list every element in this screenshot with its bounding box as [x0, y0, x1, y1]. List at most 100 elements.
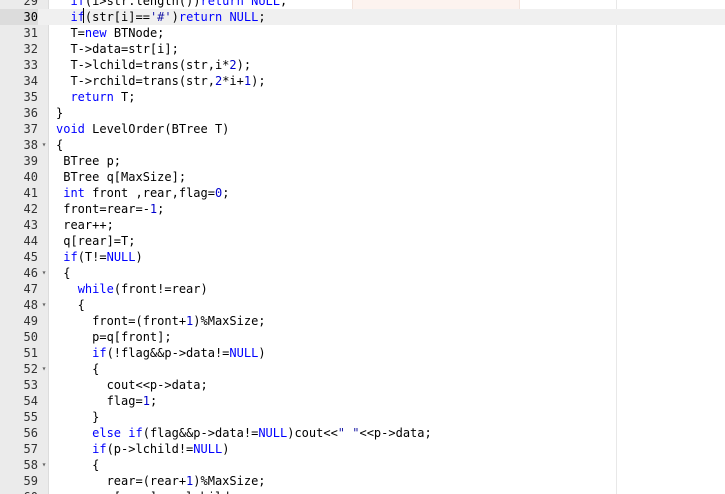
code-line[interactable]: 38 ▾ {: [0, 137, 725, 153]
code-line[interactable]: 55 }: [0, 409, 725, 425]
code-line[interactable]: 58 ▾ {: [0, 457, 725, 473]
code-text[interactable]: {: [56, 265, 70, 281]
fold-toggle-icon[interactable]: ▾: [40, 297, 48, 313]
line-number: 43: [23, 218, 38, 232]
code-text[interactable]: front=rear=-1;: [56, 201, 164, 217]
code-line[interactable]: 59 rear=(rear+1)%MaxSize;: [0, 473, 725, 489]
code-text[interactable]: {: [56, 361, 99, 377]
code-line[interactable]: 53 cout<<p->data;: [0, 377, 725, 393]
code-line[interactable]: 60 q[rear]=p->lchild;: [0, 489, 725, 494]
code-line[interactable]: 43 rear++;: [0, 217, 725, 233]
code-token: NULL: [106, 250, 136, 264]
code-token: rear++;: [56, 218, 114, 232]
code-token: )%MaxSize;: [193, 314, 266, 328]
code-text[interactable]: q[rear]=T;: [56, 233, 135, 249]
code-line[interactable]: 42 front=rear=-1;: [0, 201, 725, 217]
code-text[interactable]: q[rear]=p->lchild;: [56, 489, 237, 494]
code-text[interactable]: BTree q[MaxSize];: [56, 169, 186, 185]
code-text[interactable]: void LevelOrder(BTree T): [56, 121, 229, 137]
code-line[interactable]: 48 ▾ {: [0, 297, 725, 313]
fold-toggle-icon[interactable]: ▾: [40, 361, 48, 377]
code-text[interactable]: p=q[front];: [56, 329, 171, 345]
code-text[interactable]: T->data=str[i];: [56, 41, 178, 57]
code-text[interactable]: if(p->lchild!=NULL): [56, 441, 229, 457]
code-line[interactable]: 52 ▾ {: [0, 361, 725, 377]
code-text[interactable]: T=new BTNode;: [56, 25, 164, 41]
code-token: void: [56, 122, 85, 136]
code-text[interactable]: BTree p;: [56, 153, 121, 169]
fold-toggle-icon[interactable]: ▾: [40, 137, 48, 153]
code-token: BTree q[MaxSize];: [56, 170, 187, 184]
line-number: 59: [23, 474, 38, 488]
code-text[interactable]: {: [56, 137, 63, 153]
code-text[interactable]: {: [56, 297, 85, 313]
code-token: ;: [222, 186, 230, 200]
code-line[interactable]: 30 if(str[i]=='#')return NULL;: [0, 9, 725, 25]
code-token: int: [63, 186, 85, 200]
code-line[interactable]: 40 BTree q[MaxSize];: [0, 169, 725, 185]
code-text[interactable]: T->rchild=trans(str,2*i+1);: [56, 73, 265, 89]
code-line[interactable]: 45 if(T!=NULL): [0, 249, 725, 265]
code-token: NULL: [229, 346, 259, 360]
code-line[interactable]: 57 if(p->lchild!=NULL): [0, 441, 725, 457]
code-line[interactable]: 46 ▾ {: [0, 265, 725, 281]
code-token: " ": [337, 426, 360, 440]
code-token: NULL: [258, 426, 288, 440]
code-line[interactable]: 51 if(!flag&&p->data!=NULL): [0, 345, 725, 361]
code-token: T->lchild=trans(str,i*: [56, 58, 230, 72]
code-text[interactable]: if(str[i]=='#')return NULL;: [56, 9, 265, 25]
code-line[interactable]: 39 BTree p;: [0, 153, 725, 169]
code-line[interactable]: 31 T=new BTNode;: [0, 25, 725, 41]
code-line[interactable]: 50 p=q[front];: [0, 329, 725, 345]
code-text[interactable]: }: [56, 105, 63, 121]
code-line[interactable]: 49 front=(front+1)%MaxSize;: [0, 313, 725, 329]
code-token: (p->lchild!=: [106, 442, 194, 456]
fold-toggle-icon[interactable]: ▾: [40, 265, 48, 281]
line-number: 45: [23, 250, 38, 264]
code-token: (i>str.length()): [84, 0, 201, 8]
code-line[interactable]: 47 while(front!=rear): [0, 281, 725, 297]
code-token: (!flag&&p->data!=: [106, 346, 230, 360]
code-editor[interactable]: 29 if(i>str.length())return NULL; 30 if(s…: [0, 0, 725, 494]
code-token: rear=(rear+: [56, 474, 187, 488]
code-line[interactable]: 36}: [0, 105, 725, 121]
code-text[interactable]: if(!flag&&p->data!=NULL): [56, 345, 265, 361]
code-text[interactable]: flag=1;: [56, 393, 158, 409]
code-text[interactable]: while(front!=rear): [56, 281, 208, 297]
code-text[interactable]: return T;: [56, 89, 136, 105]
line-number: 49: [23, 314, 38, 328]
code-line[interactable]: 35 return T;: [0, 89, 725, 105]
code-token: T;: [113, 90, 136, 104]
code-text[interactable]: {: [56, 457, 99, 473]
code-line[interactable]: 34 T->rchild=trans(str,2*i+1);: [0, 73, 725, 89]
code-line[interactable]: 41 int front ,rear,flag=0;: [0, 185, 725, 201]
code-line[interactable]: 56 else if(flag&&p->data!=NULL)cout<<" "…: [0, 425, 725, 441]
code-text[interactable]: if(T!=NULL): [56, 249, 143, 265]
code-text[interactable]: if(i>str.length())return NULL;: [56, 0, 287, 9]
code-text[interactable]: }: [56, 409, 99, 425]
code-text[interactable]: cout<<p->data;: [56, 377, 208, 393]
code-line[interactable]: 33 T->lchild=trans(str,i*2);: [0, 57, 725, 73]
fold-toggle-icon[interactable]: ▾: [40, 457, 48, 473]
code-token: if: [63, 250, 78, 264]
code-line[interactable]: 29 if(i>str.length())return NULL;: [0, 0, 725, 9]
code-line[interactable]: 32 T->data=str[i];: [0, 41, 725, 57]
code-token: ): [135, 250, 143, 264]
code-text[interactable]: int front ,rear,flag=0;: [56, 185, 229, 201]
code-line[interactable]: 37 void LevelOrder(BTree T): [0, 121, 725, 137]
code-token: <<p->data;: [359, 426, 432, 440]
code-line[interactable]: 44 q[rear]=T;: [0, 233, 725, 249]
code-token: }: [56, 106, 64, 120]
code-text[interactable]: rear=(rear+1)%MaxSize;: [56, 473, 266, 489]
code-text[interactable]: else if(flag&&p->data!=NULL)cout<<" "<<p…: [56, 425, 432, 441]
code-text[interactable]: rear++;: [56, 217, 114, 233]
code-token: ;: [157, 202, 165, 216]
line-number: 37: [23, 122, 38, 136]
code-line[interactable]: 54 flag=1;: [0, 393, 725, 409]
code-text[interactable]: front=(front+1)%MaxSize;: [56, 313, 266, 329]
code-text[interactable]: T->lchild=trans(str,i*2);: [56, 57, 251, 73]
line-number: 58: [23, 458, 38, 472]
line-number: 42: [23, 202, 38, 216]
